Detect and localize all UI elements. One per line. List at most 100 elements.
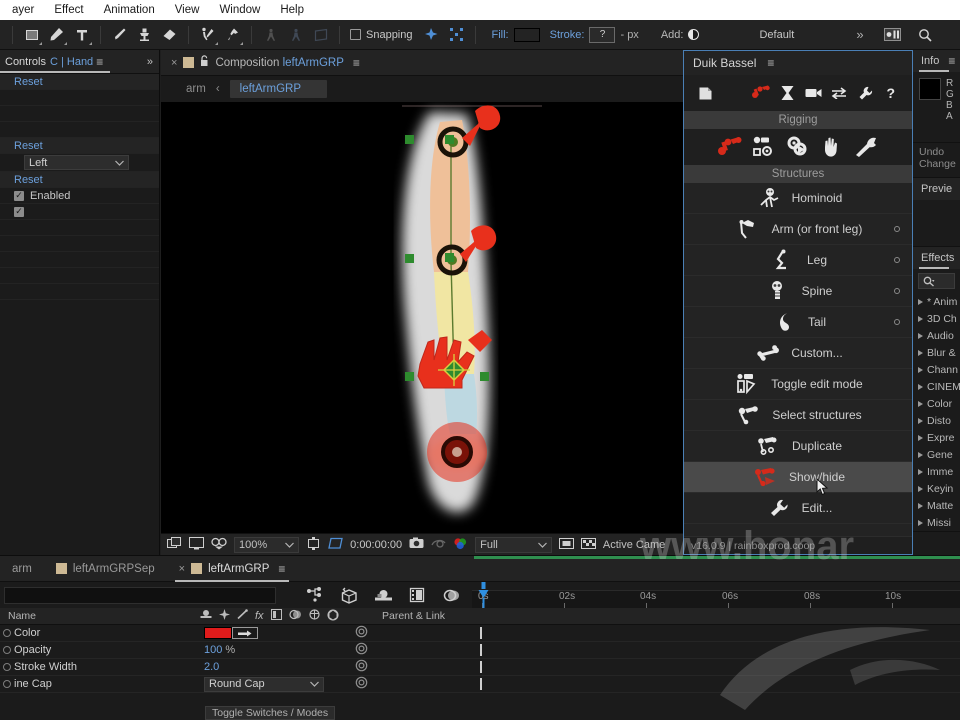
collapse-switch-icon[interactable] bbox=[308, 609, 320, 623]
property-row-line-cap[interactable]: ine Cap Round Cap bbox=[0, 676, 960, 693]
eyedropper-icon[interactable] bbox=[232, 627, 258, 639]
composition-tab-label[interactable]: Composition leftArmGRP bbox=[215, 57, 343, 69]
effects-category-item[interactable]: Keyin bbox=[913, 480, 960, 497]
clone-stamp-tool-icon[interactable] bbox=[132, 24, 157, 46]
effects-category-item[interactable]: Disto bbox=[913, 412, 960, 429]
effects-category-item[interactable]: Gene bbox=[913, 446, 960, 463]
effects-category-item[interactable]: Matte bbox=[913, 497, 960, 514]
reset-link[interactable]: Reset bbox=[14, 174, 43, 186]
chevron-right-icon[interactable] bbox=[918, 519, 923, 526]
graph-editor-frames-icon[interactable] bbox=[400, 582, 434, 608]
effects-category-item[interactable]: Blur & bbox=[913, 344, 960, 361]
tools-icon[interactable] bbox=[853, 132, 879, 162]
keyframe-marker[interactable] bbox=[480, 644, 482, 656]
fill-control[interactable]: Fill: bbox=[492, 27, 540, 42]
roto-brush-tool-icon[interactable] bbox=[195, 24, 220, 46]
panel-menu-icon[interactable]: ≡ bbox=[96, 55, 103, 69]
draft-3d-icon[interactable] bbox=[332, 582, 366, 608]
stopwatch-icon[interactable] bbox=[0, 680, 14, 688]
effect-enabled-row[interactable]: ✓ Enabled bbox=[0, 188, 159, 204]
secondary-checkbox[interactable]: ✓ bbox=[14, 206, 24, 217]
rigging-icon[interactable] bbox=[748, 78, 774, 108]
close-icon[interactable]: × bbox=[179, 563, 185, 575]
eraser-tool-icon[interactable] bbox=[157, 24, 182, 46]
effects-category-item[interactable]: * Anim bbox=[913, 293, 960, 310]
frame-blend-switch-icon[interactable] bbox=[270, 609, 282, 623]
duik-item-hominoid[interactable]: Hominoid bbox=[684, 183, 912, 214]
3d-switch-icon[interactable] bbox=[327, 608, 339, 624]
automation-icon[interactable] bbox=[774, 78, 800, 108]
breadcrumb-root[interactable]: arm bbox=[186, 83, 206, 95]
line-cap-dropdown[interactable]: Round Cap bbox=[204, 676, 324, 692]
snapping-control[interactable]: Snapping bbox=[350, 29, 413, 41]
always-preview-icon[interactable] bbox=[167, 536, 182, 553]
options-dot-icon[interactable] bbox=[894, 257, 900, 263]
snapping-checkbox[interactable] bbox=[350, 29, 361, 40]
snapshot-icon[interactable] bbox=[409, 537, 424, 552]
property-value[interactable]: 2.0 bbox=[204, 661, 219, 673]
playhead-marker[interactable] bbox=[478, 582, 489, 608]
side-dropdown[interactable]: Left bbox=[24, 155, 129, 170]
brush-tool-icon[interactable] bbox=[107, 24, 132, 46]
effect-side-select-row[interactable]: Left bbox=[0, 154, 159, 172]
timeline-track[interactable] bbox=[472, 659, 960, 675]
timeline-track[interactable] bbox=[472, 642, 960, 658]
property-row-color[interactable]: Color bbox=[0, 625, 960, 642]
wrench-icon[interactable] bbox=[852, 78, 878, 108]
channel-rgb-icon[interactable] bbox=[453, 537, 468, 553]
chevron-right-icon[interactable] bbox=[918, 332, 923, 339]
panel-menu-icon[interactable]: ≡ bbox=[948, 54, 955, 68]
duik-item-leg[interactable]: Leg bbox=[684, 245, 912, 276]
chevron-right-icon[interactable] bbox=[918, 383, 923, 390]
timeline-search-input[interactable] bbox=[4, 586, 276, 604]
help-icon[interactable]: ? bbox=[878, 78, 904, 108]
chevron-right-icon[interactable] bbox=[918, 366, 923, 373]
tab-preview[interactable]: Previe bbox=[913, 178, 960, 200]
swap-icon[interactable] bbox=[826, 78, 852, 108]
property-stopwatch-icon[interactable] bbox=[355, 625, 368, 641]
work-area-bar[interactable] bbox=[474, 556, 960, 559]
effect-reset-row[interactable]: Reset bbox=[0, 172, 159, 188]
effects-category-item[interactable]: Missi bbox=[913, 514, 960, 531]
enabled-checkbox[interactable]: ✓ bbox=[14, 190, 24, 201]
menu-item-layer[interactable]: ayer bbox=[2, 0, 44, 20]
chevron-right-icon[interactable] bbox=[918, 485, 923, 492]
keyframe-marker[interactable] bbox=[480, 678, 482, 690]
duik-item-tail[interactable]: Tail bbox=[684, 307, 912, 338]
workspace-settings-icon[interactable] bbox=[880, 24, 905, 46]
zoom-dropdown[interactable]: 100% bbox=[234, 536, 300, 553]
lock-icon[interactable] bbox=[200, 55, 209, 70]
grid-guides-icon[interactable] bbox=[328, 537, 343, 553]
pen-tool-icon[interactable] bbox=[44, 24, 69, 46]
automation-gear-icon[interactable] bbox=[785, 132, 811, 162]
panel-menu-icon[interactable]: ≡ bbox=[278, 562, 285, 576]
effect-checkbox-row[interactable]: ✓ bbox=[0, 204, 159, 220]
camera-icon[interactable] bbox=[800, 78, 826, 108]
add-control[interactable]: Add: bbox=[661, 29, 700, 41]
show-snapshot-icon[interactable] bbox=[431, 537, 446, 552]
stroke-width-value[interactable]: - px bbox=[620, 29, 638, 41]
hand-icon[interactable] bbox=[819, 132, 845, 162]
options-dot-icon[interactable] bbox=[894, 226, 900, 232]
puppet-starch-tool-icon[interactable] bbox=[258, 24, 283, 46]
duik-item-edit[interactable]: Edit... bbox=[684, 493, 912, 524]
timeline-tab-arm[interactable]: arm bbox=[0, 556, 44, 582]
chevron-right-icon[interactable] bbox=[918, 349, 923, 356]
menu-item-window[interactable]: Window bbox=[209, 0, 270, 20]
composition-canvas[interactable] bbox=[161, 102, 683, 533]
property-stopwatch-icon[interactable] bbox=[355, 676, 368, 692]
workspace-overflow-icon[interactable]: » bbox=[856, 27, 863, 42]
rectangle-tool-icon[interactable] bbox=[19, 24, 44, 46]
region-preview-icon[interactable] bbox=[558, 537, 574, 553]
panel-menu-icon[interactable]: ≡ bbox=[767, 56, 774, 70]
effects-category-item[interactable]: Expre bbox=[913, 429, 960, 446]
snap-align-icon[interactable] bbox=[419, 24, 444, 46]
menu-item-help[interactable]: Help bbox=[270, 0, 314, 20]
stroke-swatch[interactable]: ? bbox=[589, 26, 616, 43]
effect-reset-row[interactable]: Reset bbox=[0, 138, 159, 154]
options-dot-icon[interactable] bbox=[894, 319, 900, 325]
tab-info[interactable]: Info ≡ bbox=[913, 50, 960, 72]
menu-item-animation[interactable]: Animation bbox=[94, 0, 165, 20]
stroke-control[interactable]: Stroke: ? - px bbox=[550, 26, 639, 43]
column-header-name[interactable]: Name bbox=[0, 610, 200, 622]
